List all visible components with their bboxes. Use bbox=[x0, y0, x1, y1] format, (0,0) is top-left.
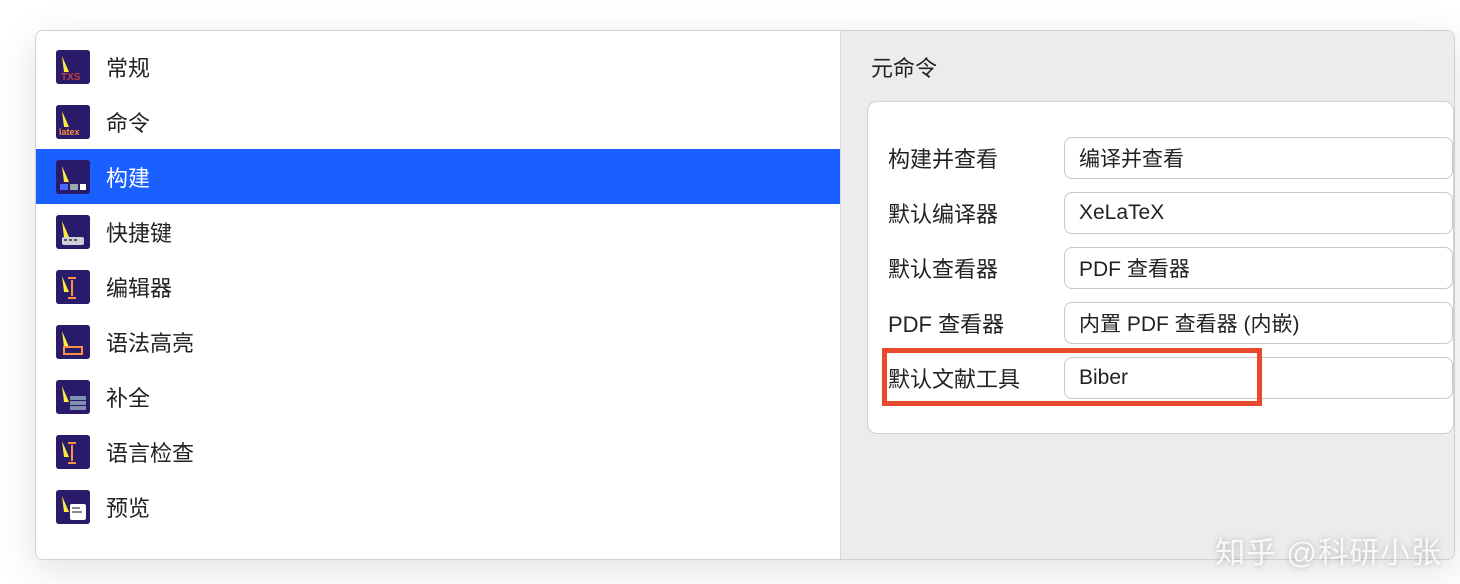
select-value: PDF 查看器 bbox=[1079, 253, 1190, 283]
keyboard-icon bbox=[56, 215, 90, 249]
svg-text:latex: latex bbox=[59, 127, 80, 137]
sidebar-item-editor[interactable]: 编辑器 bbox=[36, 259, 840, 314]
select-value: 编译并查看 bbox=[1079, 143, 1184, 173]
sidebar: TXS 常规 latex 命令 构建 快捷键 编辑器 bbox=[36, 31, 841, 559]
sidebar-item-commands[interactable]: latex 命令 bbox=[36, 94, 840, 149]
sidebar-item-label: 语言检查 bbox=[106, 436, 194, 468]
setting-label: 默认文献工具 bbox=[888, 362, 1058, 394]
sidebar-item-preview[interactable]: 预览 bbox=[36, 479, 840, 534]
sidebar-item-label: 构建 bbox=[106, 161, 150, 193]
preview-icon bbox=[56, 490, 90, 524]
preferences-window: TXS 常规 latex 命令 构建 快捷键 编辑器 bbox=[35, 30, 1455, 560]
select-value: XeLaTeX bbox=[1079, 201, 1164, 225]
sidebar-item-shortcuts[interactable]: 快捷键 bbox=[36, 204, 840, 259]
sidebar-item-label: 快捷键 bbox=[106, 216, 172, 248]
sidebar-item-label: 语法高亮 bbox=[106, 326, 194, 358]
sidebar-item-language[interactable]: 语言检查 bbox=[36, 424, 840, 479]
build-view-select[interactable]: 编译并查看 bbox=[1064, 137, 1453, 179]
sidebar-item-label: 常规 bbox=[106, 51, 150, 83]
setting-label: 构建并查看 bbox=[888, 142, 1058, 174]
meta-commands-panel: 构建并查看 编译并查看 默认编译器 XeLaTeX 默认查看器 PDF 查看器 … bbox=[867, 101, 1454, 434]
section-title: 元命令 bbox=[871, 51, 1454, 83]
txs-icon: TXS bbox=[56, 50, 90, 84]
setting-label: 默认编译器 bbox=[888, 197, 1058, 229]
pdf-viewer-select[interactable]: 内置 PDF 查看器 (内嵌) bbox=[1064, 302, 1453, 344]
svg-text:TXS: TXS bbox=[61, 72, 81, 83]
setting-row-default-viewer: 默认查看器 PDF 查看器 bbox=[888, 240, 1453, 295]
editor-icon bbox=[56, 270, 90, 304]
build-icon bbox=[56, 160, 90, 194]
bibliography-tool-select[interactable]: Biber bbox=[1064, 357, 1453, 399]
sidebar-item-label: 预览 bbox=[106, 491, 150, 523]
select-value: Biber bbox=[1079, 366, 1128, 390]
default-compiler-select[interactable]: XeLaTeX bbox=[1064, 192, 1453, 234]
setting-row-default-compiler: 默认编译器 XeLaTeX bbox=[888, 185, 1453, 240]
sidebar-item-label: 命令 bbox=[106, 106, 150, 138]
sidebar-item-build[interactable]: 构建 bbox=[36, 149, 840, 204]
sidebar-item-syntax[interactable]: 语法高亮 bbox=[36, 314, 840, 369]
setting-row-bibliography: 默认文献工具 Biber bbox=[888, 350, 1453, 405]
setting-row-pdf-viewer: PDF 查看器 内置 PDF 查看器 (内嵌) bbox=[888, 295, 1453, 350]
latex-icon: latex bbox=[56, 105, 90, 139]
sidebar-item-label: 编辑器 bbox=[106, 271, 172, 303]
highlight-icon bbox=[56, 325, 90, 359]
select-value: 内置 PDF 查看器 (内嵌) bbox=[1079, 308, 1300, 338]
default-viewer-select[interactable]: PDF 查看器 bbox=[1064, 247, 1453, 289]
sidebar-item-general[interactable]: TXS 常规 bbox=[36, 39, 840, 94]
language-icon bbox=[56, 435, 90, 469]
sidebar-item-label: 补全 bbox=[106, 381, 150, 413]
sidebar-item-completion[interactable]: 补全 bbox=[36, 369, 840, 424]
complete-icon bbox=[56, 380, 90, 414]
content-pane: 元命令 构建并查看 编译并查看 默认编译器 XeLaTeX 默认查看器 PDF … bbox=[841, 31, 1454, 559]
setting-label: 默认查看器 bbox=[888, 252, 1058, 284]
setting-row-build-view: 构建并查看 编译并查看 bbox=[888, 130, 1453, 185]
setting-label: PDF 查看器 bbox=[888, 307, 1058, 339]
